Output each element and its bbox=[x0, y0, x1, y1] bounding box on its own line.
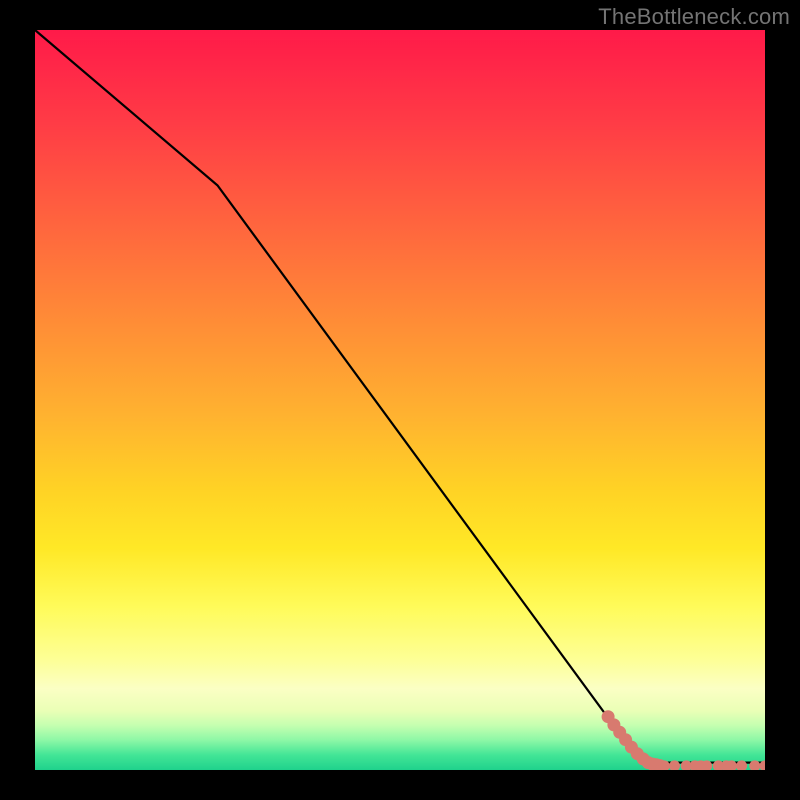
chart-overlay bbox=[35, 30, 765, 770]
watermark-label: TheBottleneck.com bbox=[598, 4, 790, 30]
curve-line bbox=[35, 30, 765, 763]
data-markers bbox=[602, 710, 765, 770]
chart-frame: TheBottleneck.com bbox=[0, 0, 800, 800]
plot-area bbox=[35, 30, 765, 770]
